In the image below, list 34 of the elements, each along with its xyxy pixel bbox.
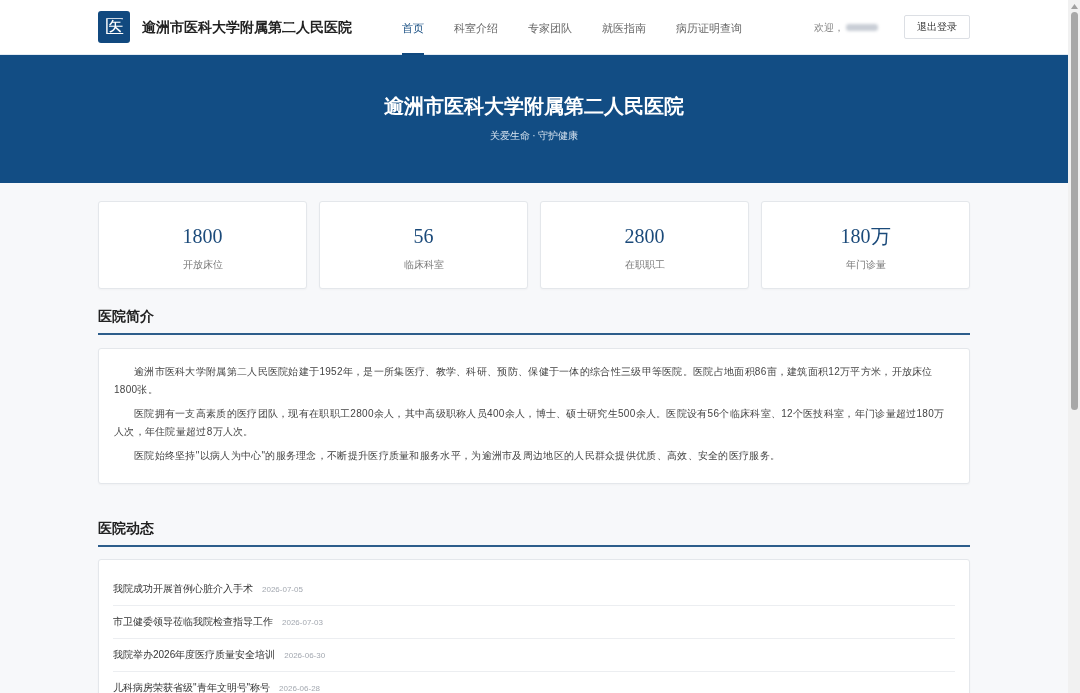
news-link[interactable]: 我院成功开展首例心脏介入手术	[113, 583, 253, 595]
stat-value: 2800	[624, 224, 665, 248]
intro-paragraph: 医院始终坚持"以病人为中心"的服务理念，不断提升医疗质量和服务水平，为逾洲市及周边地区的人民群众提供优质、高效、安全的医疗服务。	[133, 449, 782, 463]
banner-title: 逾洲市医科大学附属第二人民医院	[383, 94, 685, 119]
stat-label: 临床科室	[403, 258, 444, 272]
nav-tab[interactable]: 科室介绍	[454, 13, 498, 55]
stat-label: 年门诊量	[845, 258, 886, 272]
nav-tab[interactable]: 专家团队	[528, 13, 572, 55]
stat-value: 1800	[182, 224, 223, 248]
news-date: 2026-06-30	[284, 651, 326, 661]
nav-tab[interactable]: 病历证明查询	[676, 13, 742, 55]
news-link[interactable]: 市卫健委领导莅临我院检查指导工作	[113, 616, 273, 628]
welcome-text: 欢迎，	[814, 20, 844, 35]
section-heading: 医院简介	[98, 308, 154, 326]
blurred-username	[846, 23, 878, 31]
news-link[interactable]: 儿科病房荣获省级"青年文明号"称号	[113, 682, 271, 693]
nav-tab[interactable]: 就医指南	[602, 13, 646, 55]
logout-button[interactable]: 退出登录	[904, 15, 970, 39]
scroll-up-arrow-icon[interactable]	[1070, 4, 1078, 9]
section-heading: 医院动态	[98, 520, 154, 538]
stat-value: 56	[413, 224, 434, 248]
stat-label: 在职职工	[624, 258, 665, 272]
stat-value: 180万	[840, 224, 891, 248]
news-date: 2026-07-03	[282, 618, 323, 628]
site-title: 逾洲市医科大学附属第二人民医院	[142, 18, 352, 37]
news-date: 2026-06-28	[279, 684, 321, 693]
banner-subtitle: 关爱生命 · 守护健康	[489, 129, 579, 143]
scrollbar-thumb[interactable]	[1070, 12, 1078, 410]
news-date: 2026-07-05	[262, 585, 303, 595]
news-link[interactable]: 我院举办2026年度医疗质量安全培训	[113, 649, 276, 661]
intro-paragraph: 逾洲市医科大学附属第二人民医院始建于1952年，是一所集医疗、教学、科研、预防、保健于一体的综合性三级甲等医院。医院占地面积86亩，建筑面积12万平方米，开放床位1800张。	[114, 365, 934, 397]
stat-label: 开放床位	[182, 258, 223, 272]
intro-paragraph: 医院拥有一支高素质的医疗团队，现有在职职工2800余人，其中高级职称人员400余人，博士、硕士研究生500余人。医院设有56个临床科室、12个医技科室，年门诊量超过180万人次，年住院量超过8万人次。	[114, 407, 946, 439]
hospital-logo: 医	[98, 11, 130, 43]
